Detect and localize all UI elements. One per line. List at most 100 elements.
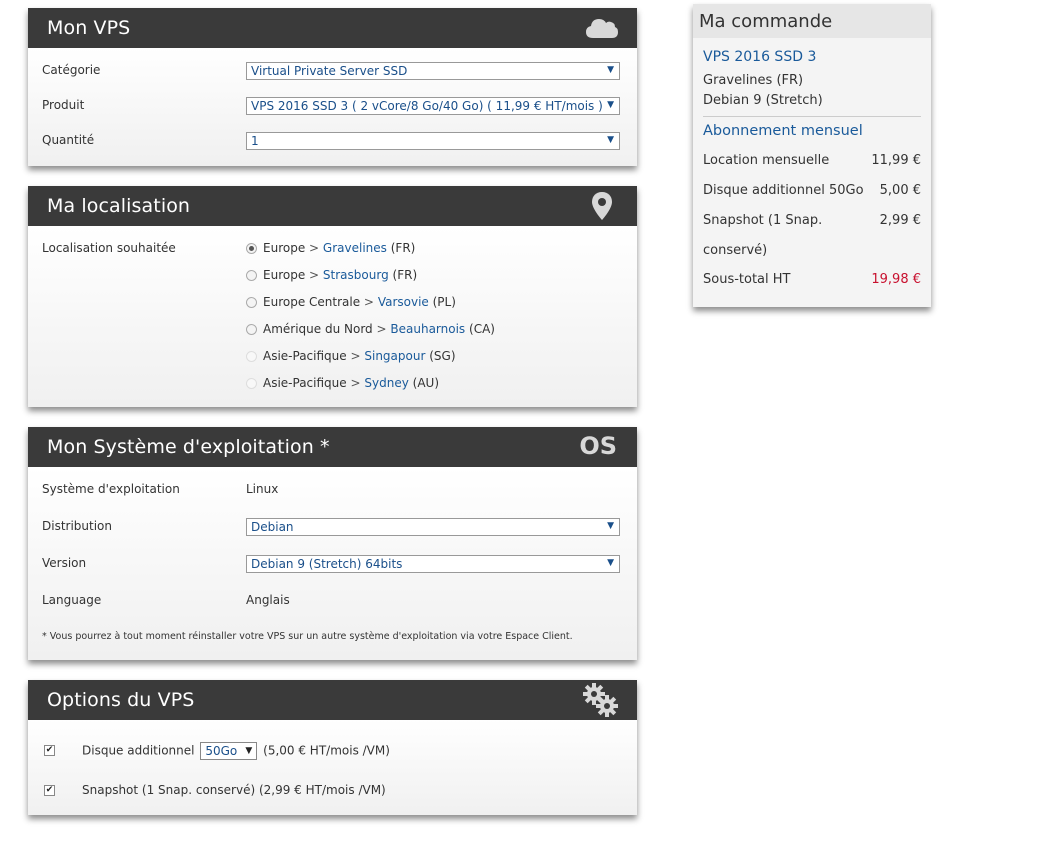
location-region: Asie-Pacifique	[263, 349, 347, 363]
order-line-price: 5,00 €	[879, 183, 921, 198]
location-option[interactable]: Amérique du Nord > Beauharnois (CA)	[246, 322, 495, 336]
order-line-label: Snapshot (1 Snap.	[703, 213, 823, 228]
location-region: Asie-Pacifique	[263, 376, 347, 390]
map-pin-icon	[591, 191, 613, 225]
quantite-select[interactable]: 1 ▼	[246, 132, 620, 150]
order-header: Ma commande	[693, 4, 931, 38]
version-label: Version	[42, 556, 87, 570]
radio-button	[246, 351, 257, 362]
version-value: Debian 9 (Stretch) 64bits	[251, 557, 403, 571]
produit-value: VPS 2016 SSD 3 ( 2 vCore/8 Go/40 Go) ( 1…	[251, 99, 603, 113]
order-divider	[703, 116, 921, 117]
categorie-label: Catégorie	[42, 63, 101, 77]
location-region: Europe	[263, 268, 306, 282]
categorie-select[interactable]: Virtual Private Server SSD ▼	[246, 62, 620, 80]
localisation-label: Localisation souhaitée	[42, 241, 176, 255]
disque-checkbox[interactable]: ✔	[44, 745, 55, 756]
location-city: Sydney	[364, 376, 409, 390]
os-icon: OS	[579, 432, 617, 460]
location-panel-body: Localisation souhaitée Europe > Gravelin…	[28, 226, 637, 407]
location-option: Asie-Pacifique > Sydney (AU)	[246, 376, 439, 390]
order-title: Ma commande	[699, 11, 833, 32]
order-subscription: Abonnement mensuel	[703, 123, 863, 139]
os-reinstall-note: * Vous pourrez à tout moment réinstaller…	[42, 631, 573, 642]
location-code: (PL)	[432, 295, 456, 309]
vps-panel: Mon VPS Catégorie Virtual Private Server…	[28, 8, 637, 166]
radio-button	[246, 378, 257, 389]
options-panel-header: Options du VPS	[28, 680, 637, 720]
order-os: Debian 9 (Stretch)	[703, 93, 823, 108]
radio-button[interactable]	[246, 243, 257, 254]
categorie-value: Virtual Private Server SSD	[251, 64, 408, 78]
radio-button[interactable]	[246, 270, 257, 281]
os-panel-title: Mon Système d'exploitation *	[47, 436, 330, 458]
location-panel-header: Ma localisation	[28, 186, 637, 226]
order-location: Gravelines (FR)	[703, 73, 804, 88]
order-line-label: Disque additionnel 50Go	[703, 183, 864, 198]
chevron-down-icon: ▼	[607, 558, 614, 568]
disque-option: Disque additionnel 50Go ▼ (5,00 € HT/moi…	[82, 742, 390, 760]
version-select[interactable]: Debian 9 (Stretch) 64bits ▼	[246, 555, 620, 573]
chevron-down-icon: ▼	[245, 746, 253, 756]
vps-panel-header: Mon VPS	[28, 8, 637, 48]
order-product: VPS 2016 SSD 3	[703, 49, 817, 65]
chevron-down-icon: ▼	[607, 135, 614, 145]
location-panel-title: Ma localisation	[47, 195, 191, 217]
order-summary: Ma commande VPS 2016 SSD 3 Gravelines (F…	[693, 4, 931, 307]
location-city: Beauharnois	[390, 322, 466, 336]
language-value: Anglais	[246, 593, 290, 607]
order-line-label: Location mensuelle	[703, 153, 830, 168]
location-city: Singapour	[364, 349, 426, 363]
systeme-label: Système d'exploitation	[42, 482, 180, 496]
language-label: Language	[42, 593, 102, 607]
disque-label: Disque additionnel	[82, 743, 195, 758]
location-code: (FR)	[390, 241, 416, 255]
options-panel-body: ✔ Disque additionnel 50Go ▼ (5,00 € HT/m…	[28, 720, 637, 815]
location-option: Asie-Pacifique > Singapour (SG)	[246, 349, 456, 363]
chevron-down-icon: ▼	[607, 65, 614, 75]
location-separator: >	[350, 376, 361, 390]
subtotal-price: 19,98 €	[871, 272, 921, 287]
location-option[interactable]: Europe > Strasbourg (FR)	[246, 268, 417, 282]
location-separator: >	[376, 322, 387, 336]
quantite-value: 1	[251, 134, 259, 148]
location-separator: >	[309, 268, 320, 282]
distribution-label: Distribution	[42, 519, 113, 533]
os-panel: Mon Système d'exploitation * OS Système …	[28, 427, 637, 660]
order-line-price: 2,99 €	[879, 213, 921, 228]
os-panel-header: Mon Système d'exploitation * OS	[28, 427, 637, 467]
options-panel: Options du VPS ✔ Disque additionnel 50Go…	[28, 680, 637, 815]
radio-button[interactable]	[246, 324, 257, 335]
distribution-select[interactable]: Debian ▼	[246, 518, 620, 536]
vps-panel-title: Mon VPS	[47, 17, 131, 39]
options-panel-title: Options du VPS	[47, 689, 195, 711]
location-panel: Ma localisation Localisation souhaitée E…	[28, 186, 637, 407]
location-city: Gravelines	[322, 241, 387, 255]
gears-icon	[583, 683, 619, 721]
vps-panel-body: Catégorie Virtual Private Server SSD ▼ P…	[28, 48, 637, 166]
disque-price: (5,00 € HT/mois /VM)	[263, 743, 390, 758]
location-option[interactable]: Europe Centrale > Varsovie (PL)	[246, 295, 456, 309]
order-line-price: 11,99 €	[871, 153, 921, 168]
location-city: Strasbourg	[322, 268, 389, 282]
location-option[interactable]: Europe > Gravelines (FR)	[246, 241, 415, 255]
disque-size-select[interactable]: 50Go ▼	[200, 742, 258, 760]
produit-select[interactable]: VPS 2016 SSD 3 ( 2 vCore/8 Go/40 Go) ( 1…	[246, 97, 620, 115]
location-separator: >	[309, 241, 320, 255]
cloud-icon	[585, 16, 619, 44]
location-region: Europe Centrale	[263, 295, 361, 309]
disque-size-value: 50Go	[205, 744, 238, 758]
snapshot-checkbox[interactable]: ✔	[44, 785, 55, 796]
chevron-down-icon: ▼	[607, 100, 614, 110]
location-separator: >	[350, 349, 361, 363]
quantite-label: Quantité	[42, 133, 95, 147]
chevron-down-icon: ▼	[607, 521, 614, 531]
radio-button[interactable]	[246, 297, 257, 308]
distribution-value: Debian	[251, 520, 294, 534]
systeme-value: Linux	[246, 482, 279, 496]
snapshot-label: Snapshot (1 Snap. conservé) (2,99 € HT/m…	[82, 783, 386, 797]
location-city: Varsovie	[377, 295, 429, 309]
order-line-label: conservé)	[703, 243, 768, 258]
location-region: Amérique du Nord	[263, 322, 373, 336]
location-region: Europe	[263, 241, 306, 255]
